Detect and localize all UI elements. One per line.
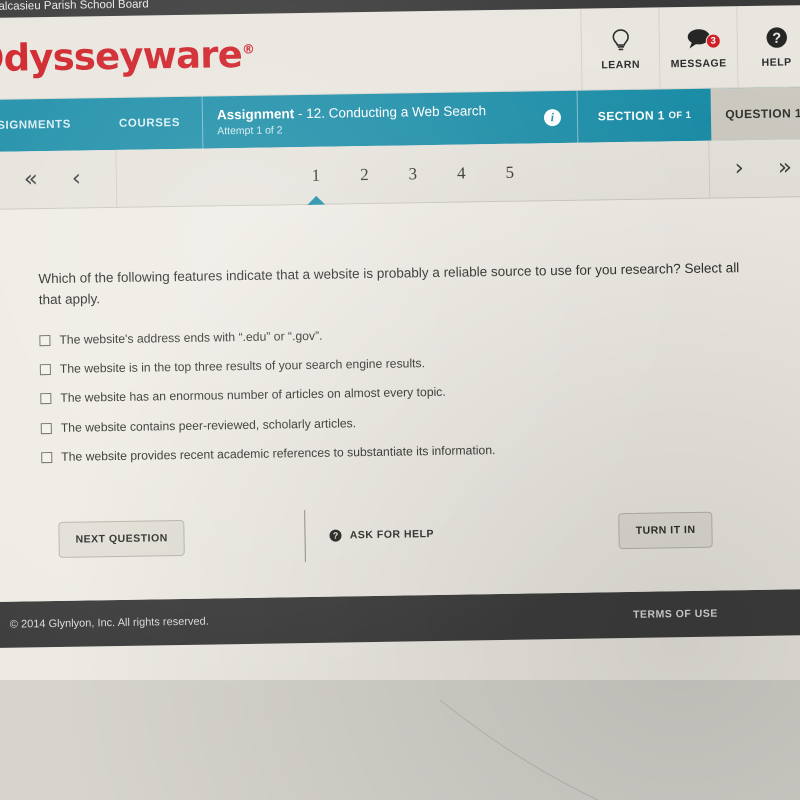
pager-page-5[interactable]: 5 [502,162,517,182]
user-name[interactable]: MADYSON BRO [710,0,798,2]
answer-options: The website's address ends with “.edu” o… [39,322,773,466]
question-circle-icon: ? [764,24,788,50]
option-label: The website is in the top three results … [59,356,426,376]
last-page-icon[interactable]: » [778,154,792,180]
option-checkbox[interactable] [40,422,52,434]
action-divider [304,510,307,563]
section-of-text: OF 1 [668,109,692,121]
nav-item-assignments[interactable]: ASSIGNMENTS [0,119,71,132]
photo-of-screen: Calcasieu Parish School Board MADYSON BR… [0,0,800,800]
terms-of-use-link[interactable]: TERMS OF USE [633,608,718,621]
section-indicator: SECTION 1 OF 1 [576,88,712,143]
attempt-text: Attempt 1 of 2 [217,124,283,138]
info-button[interactable]: i [527,91,577,144]
option-row[interactable]: The website is in the top three results … [39,351,772,378]
first-page-icon[interactable]: « [24,166,38,192]
option-row[interactable]: The website contains peer-reviewed, scho… [40,409,773,436]
lightbulb-icon [610,26,630,52]
header-action-message[interactable]: 3 MESSAGE [658,6,738,89]
header-action-label: HELP [761,55,792,69]
option-label: The website has an enormous number of ar… [60,385,446,406]
header-action-help[interactable]: ? HELP [736,4,800,88]
option-row[interactable]: The website has an enormous number of ar… [40,380,772,407]
option-label: The website's address ends with “.edu” o… [59,328,323,347]
pager-left-arrows: « ‹ [0,149,118,209]
assignment-info: Assignment - 12. Conducting a Web Search… [201,91,529,149]
logo-word: Odysseyware [0,32,243,81]
pager-right-arrows: › » [708,138,800,198]
nav-item-courses[interactable]: COURSES [119,117,180,130]
option-label: The website contains peer-reviewed, scho… [60,415,357,435]
option-checkbox[interactable] [39,334,51,347]
assignment-title: - 12. Conducting a Web Search [297,103,487,122]
next-page-icon[interactable]: › [734,155,744,181]
info-icon: i [543,108,562,126]
question-indicator: QUESTION 1 [710,86,800,141]
ask-for-help-label: ASK FOR HELP [349,528,435,542]
help-question-icon: ? [329,529,342,542]
turn-it-in-button[interactable]: TURN IT IN [618,511,713,550]
header-action-label: MESSAGE [670,56,727,70]
option-row[interactable]: The website's address ends with “.edu” o… [39,322,771,349]
assignment-label: Assignment [216,106,295,123]
pager-numbers: 1 2 3 4 5 [116,141,709,207]
copyright-text: © 2014 Glynlyon, Inc. All rights reserve… [9,615,209,631]
school-name: Calcasieu Parish School Board [0,0,149,13]
question-text: Which of the following features indicate… [38,260,740,308]
option-checkbox[interactable] [41,451,53,464]
next-question-button[interactable]: NEXT QUESTION [58,520,186,559]
section-text: SECTION 1 [597,108,665,124]
odysseyware-logo[interactable]: Odysseyware® [0,33,255,80]
option-row[interactable]: The website provides recent academic ref… [41,439,773,466]
pager-page-1[interactable]: 1 [308,165,323,185]
svg-text:?: ? [772,30,781,46]
header-action-label: LEARN [601,58,641,71]
option-checkbox[interactable] [39,364,51,376]
question-content: Which of the following features indicate… [0,196,800,602]
ask-for-help-button[interactable]: ? ASK FOR HELP [329,528,435,542]
header-action-learn[interactable]: LEARN [580,7,660,90]
nav-links: ASSIGNMENTS COURSES [0,97,202,152]
pager-page-3[interactable]: 3 [405,164,420,184]
desk-background [0,680,800,800]
registered-mark: ® [241,42,255,58]
header-actions: LEARN 3 MESSAGE ? HELP [580,4,800,90]
assignment-title-line: Assignment - 12. Conducting a Web Search [216,103,528,123]
browser-screen: Calcasieu Parish School Board MADYSON BR… [0,0,800,716]
option-checkbox[interactable] [40,393,52,405]
action-row: NEXT QUESTION ? ASK FOR HELP TURN IT IN [42,496,775,573]
brand-header: Odysseyware® LEARN 3 MESSAGE ? HELP [0,4,800,100]
pager-page-2[interactable]: 2 [357,164,372,184]
prev-page-icon[interactable]: ‹ [72,166,82,192]
logo-area[interactable]: Odysseyware® [0,9,582,99]
option-label: The website provides recent academic ref… [61,442,496,464]
pager-page-4[interactable]: 4 [454,163,469,183]
message-badge: 3 [705,33,721,49]
